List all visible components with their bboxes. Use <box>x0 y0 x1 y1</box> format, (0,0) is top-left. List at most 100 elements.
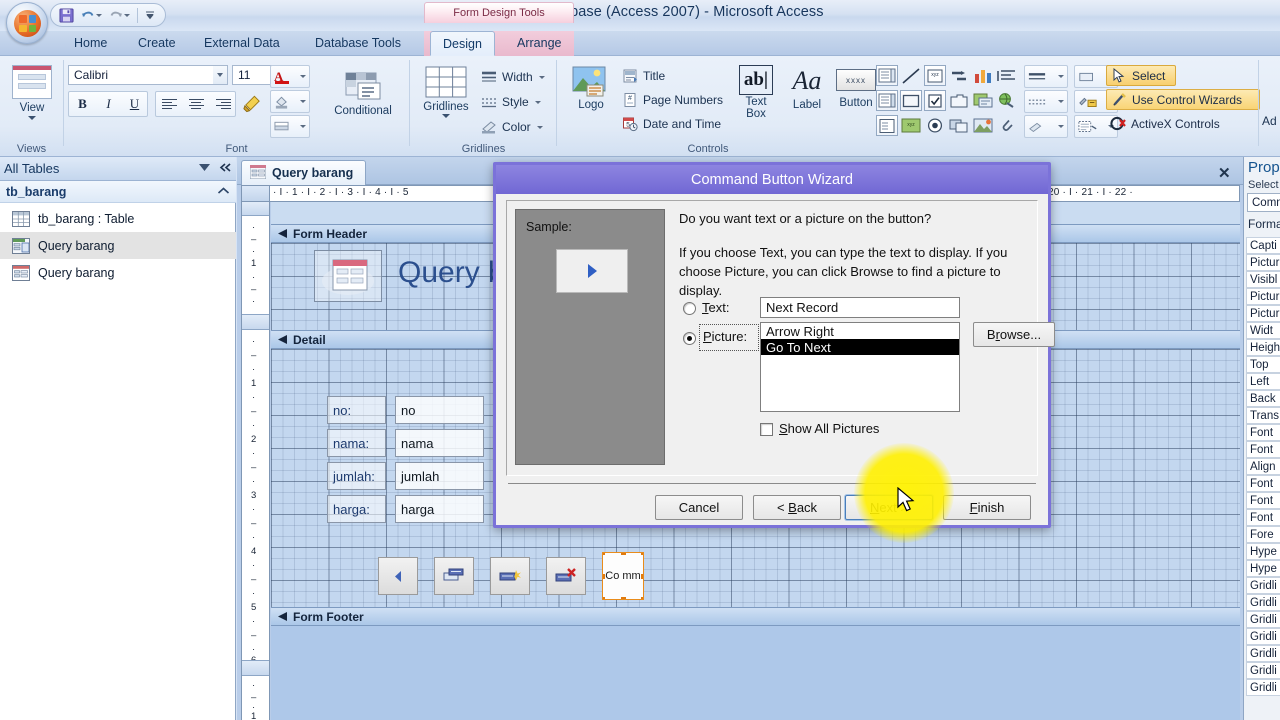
property-row[interactable]: Align <box>1246 458 1280 475</box>
tab-arrange[interactable]: Arrange <box>505 31 573 56</box>
property-row[interactable]: Gridli <box>1246 645 1280 662</box>
command-button-selected[interactable]: Co mm <box>602 552 644 600</box>
list-control-icon[interactable] <box>876 90 898 111</box>
command-button-add-record[interactable] <box>434 557 474 595</box>
bold-button[interactable]: B <box>70 92 95 116</box>
property-row[interactable]: Pictur <box>1246 254 1280 271</box>
section-form-footer[interactable] <box>271 626 1240 720</box>
view-button[interactable]: View <box>10 65 54 120</box>
command-button-new-record[interactable] <box>490 557 530 595</box>
control-line-color-button[interactable] <box>1024 115 1068 138</box>
attachment-icon[interactable] <box>996 115 1018 136</box>
property-row[interactable]: Font <box>1246 424 1280 441</box>
gridlines-width-button[interactable]: Width <box>477 66 549 88</box>
property-row[interactable]: Visibl <box>1246 271 1280 288</box>
fill-color-button[interactable] <box>270 90 310 113</box>
nav-pane-collapse-icon[interactable] <box>219 161 232 176</box>
undo-icon[interactable] <box>81 9 102 22</box>
hyperlink-icon[interactable] <box>996 90 1018 111</box>
field-label-nama[interactable]: nama: <box>327 429 386 457</box>
text-value-input[interactable]: Next Record <box>760 297 960 318</box>
page-break-icon[interactable] <box>948 65 970 86</box>
property-row[interactable]: Gridli <box>1246 679 1280 696</box>
option-group-icon[interactable] <box>948 115 970 136</box>
page-numbers-button[interactable]: # Page Numbers <box>618 89 727 111</box>
next-button[interactable]: Next > <box>845 495 933 520</box>
combo-box-icon[interactable] <box>876 65 898 86</box>
customize-qat-icon[interactable] <box>145 10 155 20</box>
picture-option[interactable]: Go To Next <box>761 339 959 355</box>
property-sheet-tab-format[interactable]: Forma <box>1248 217 1280 231</box>
tab-create[interactable]: Create <box>126 31 188 56</box>
chart-icon[interactable] <box>972 65 994 86</box>
nav-item-query-barang-report[interactable]: Query barang <box>0 259 236 286</box>
property-row[interactable]: Widt <box>1246 322 1280 339</box>
image-icon[interactable] <box>972 115 994 136</box>
image-object-icon[interactable]: xyz <box>900 115 922 136</box>
property-row[interactable]: Heigh <box>1246 339 1280 356</box>
text-box-button[interactable]: ab| Text Box <box>736 65 776 120</box>
gridlines-color-button[interactable]: Color <box>477 116 547 138</box>
field-textbox-harga[interactable]: harga <box>395 495 484 523</box>
gridlines-style-button[interactable]: Style <box>477 91 545 113</box>
cancel-button[interactable]: Cancel <box>655 495 743 520</box>
section-band-form-footer[interactable]: Form Footer <box>271 607 1240 626</box>
tab-control-icon[interactable] <box>948 90 970 111</box>
nav-group-tb-barang[interactable]: tb_barang <box>0 181 236 203</box>
office-button[interactable] <box>6 2 48 44</box>
conditional-button[interactable]: Conditional <box>324 71 402 118</box>
finish-button[interactable]: Finish <box>943 495 1031 520</box>
nav-pane-header[interactable]: All Tables <box>0 157 236 181</box>
property-row[interactable]: Back <box>1246 390 1280 407</box>
use-control-wizards-button[interactable]: Use Control Wizards <box>1106 89 1260 110</box>
picture-radio-button[interactable] <box>683 332 696 345</box>
tab-external-data[interactable]: External Data <box>192 31 292 56</box>
property-row[interactable]: Capti <box>1246 237 1280 254</box>
date-time-button[interactable]: 5 Date and Time <box>618 113 725 135</box>
tab-design[interactable]: Design <box>430 31 495 56</box>
property-row[interactable]: Pictur <box>1246 305 1280 322</box>
alternate-fill-button[interactable] <box>270 115 310 138</box>
underline-button[interactable]: U <box>122 92 147 116</box>
property-row[interactable]: Gridli <box>1246 628 1280 645</box>
property-row[interactable]: Pictur <box>1246 288 1280 305</box>
show-all-pictures-checkbox[interactable] <box>760 423 773 436</box>
save-icon[interactable] <box>59 7 74 23</box>
field-textbox-no[interactable]: no <box>395 396 484 424</box>
field-textbox-jumlah[interactable]: jumlah <box>395 462 484 490</box>
logo-button[interactable]: Logo <box>564 65 618 112</box>
browse-button[interactable]: Browse... <box>973 322 1055 347</box>
align-center-button[interactable] <box>183 92 209 116</box>
property-row[interactable]: Left <box>1246 373 1280 390</box>
property-row[interactable]: Font <box>1246 492 1280 509</box>
subform-icon[interactable] <box>972 90 994 111</box>
redo-icon[interactable] <box>109 9 130 22</box>
property-row[interactable]: Trans <box>1246 407 1280 424</box>
property-row[interactable]: Gridli <box>1246 594 1280 611</box>
command-button-delete-record[interactable] <box>546 557 586 595</box>
align-left-button[interactable] <box>156 92 182 116</box>
property-row[interactable]: Top <box>1246 356 1280 373</box>
option-button-icon[interactable] <box>924 115 946 136</box>
font-color-button[interactable]: A <box>270 65 310 88</box>
close-form-button[interactable]: ✕ <box>1218 164 1231 182</box>
property-row[interactable]: Font <box>1246 475 1280 492</box>
ruler-corner[interactable] <box>241 185 270 202</box>
property-row[interactable]: Fore <box>1246 526 1280 543</box>
picture-listbox[interactable]: Arrow Right Go To Next <box>760 322 960 412</box>
property-row[interactable]: Font <box>1246 509 1280 526</box>
nav-item-query-barang-form[interactable]: Query barang <box>0 232 236 259</box>
list-box-icon[interactable] <box>996 65 1018 86</box>
button-control-button[interactable]: xxxx Button <box>832 65 880 110</box>
gridlines-button[interactable]: Gridlines <box>417 65 475 118</box>
text-radio-button[interactable] <box>683 302 696 315</box>
italic-button[interactable]: I <box>96 92 121 116</box>
property-row[interactable]: Font <box>1246 441 1280 458</box>
property-row[interactable]: Gridli <box>1246 662 1280 679</box>
property-row[interactable]: Gridli <box>1246 577 1280 594</box>
field-label-no[interactable]: no: <box>327 396 386 424</box>
property-row[interactable]: Hype <box>1246 560 1280 577</box>
rectangle-icon[interactable] <box>900 90 922 111</box>
activex-controls-button[interactable]: ActiveX Controls <box>1106 113 1246 134</box>
label-button[interactable]: Aa Label <box>784 65 830 112</box>
